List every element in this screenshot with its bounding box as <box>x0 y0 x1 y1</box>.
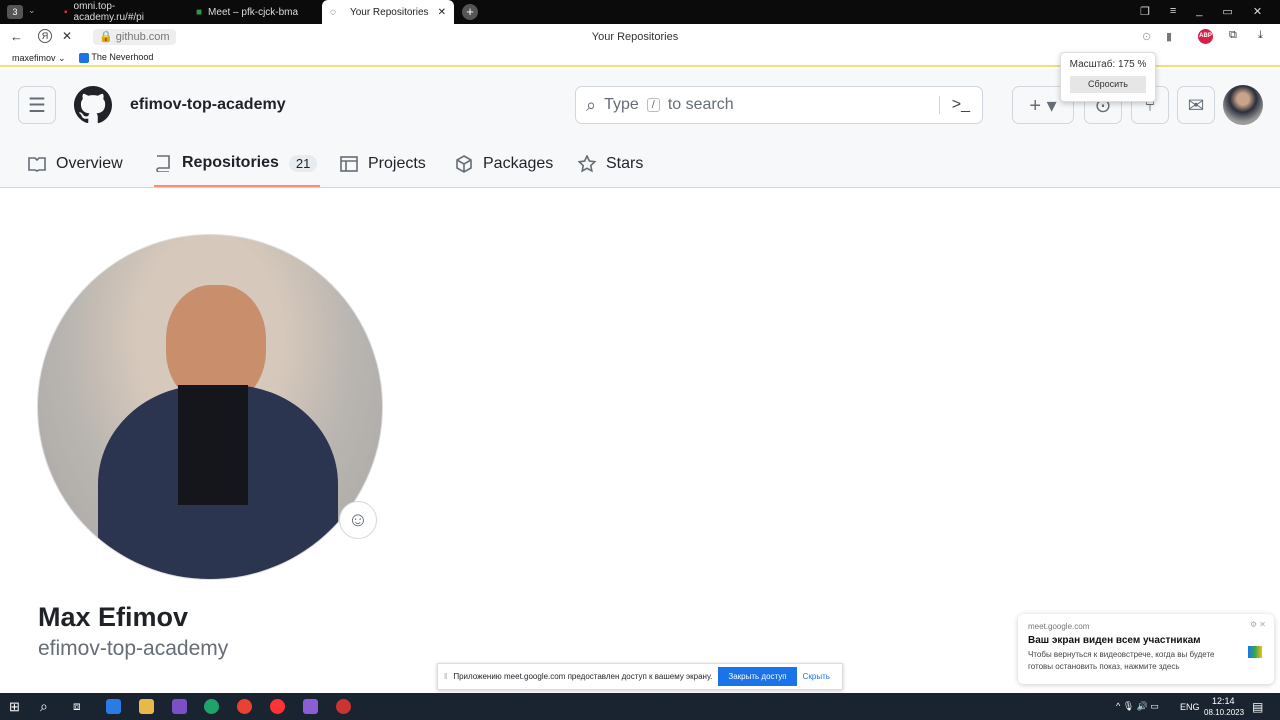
page-title: Your Repositories <box>591 31 679 43</box>
clock-date[interactable]: 08.10.2023 <box>1204 708 1244 717</box>
taskbar: ⊞ ⌕ ⧈ ^ 🎙 🔊 ▭ ENG 12:14 08.10.2023 ▤ <box>0 693 1280 720</box>
tab-label: Your Repositories <box>349 6 429 18</box>
tab-packages[interactable]: Packages <box>455 141 553 187</box>
windows-start-icon[interactable]: ⊞ <box>9 699 20 715</box>
tab-repositories[interactable]: Repositories 21 <box>154 141 320 187</box>
browser-tab-bar: 3 ⌄ ▪ omni.top-academy.ru/#/pi ■ Meet – pf… <box>0 0 1280 24</box>
notification-source: meet.google.com <box>1028 622 1090 631</box>
app-icon[interactable] <box>336 699 351 714</box>
notification-body: Чтобы вернуться к видеовстрече, когда вы… <box>1028 650 1215 671</box>
bookmark-label: maxefimov <box>12 53 56 63</box>
close-window-icon[interactable]: ✕ <box>1253 5 1262 18</box>
tab-count-button[interactable]: 3 <box>7 5 23 19</box>
notifications-icon[interactable]: ▤ <box>1252 700 1263 714</box>
zoom-level: Масштаб: 175 % <box>1069 59 1147 70</box>
menu-icon[interactable]: ≡ <box>1170 5 1176 18</box>
bookmark-label: The Neverhood <box>91 52 154 62</box>
tab-label: Meet – pfk-cjck-bma <box>208 6 299 18</box>
zoom-popup: Масштаб: 175 % Сбросить <box>1060 52 1156 102</box>
meet-notification[interactable]: meet.google.com Ваш экран виден всем уча… <box>1018 614 1274 684</box>
close-notification-icon[interactable]: ⚙ ✕ <box>1250 620 1266 629</box>
profile-name: Max Efimov <box>38 602 189 632</box>
tab-projects[interactable]: Projects <box>340 141 426 187</box>
meet-icon <box>1248 646 1262 658</box>
explorer-icon[interactable] <box>139 699 154 714</box>
close-tab-icon[interactable]: ✕ <box>438 7 446 18</box>
visual-studio-icon[interactable] <box>172 699 187 714</box>
notification-title: Ваш экран виден всем участникам <box>1028 635 1201 646</box>
package-icon <box>456 155 472 173</box>
bookmark-neverhood[interactable]: The Neverhood <box>79 52 153 63</box>
yandex-browser-icon[interactable] <box>270 699 285 714</box>
tab-label: Projects <box>368 155 426 172</box>
adblock-icon[interactable]: ABP <box>1198 29 1213 44</box>
command-palette-icon[interactable]: >_ <box>938 96 982 114</box>
tab-label: omni.top-academy.ru/#/pi <box>73 1 144 23</box>
tab-omni[interactable]: ▪ omni.top-academy.ru/#/pi <box>56 0 186 24</box>
tab-overview[interactable]: Overview <box>28 141 123 187</box>
org-name[interactable]: efimov-top-academy <box>130 96 286 114</box>
tab-meet[interactable]: ■ Meet – pfk-cjck-bma <box>188 0 318 24</box>
restore-icon[interactable]: ▭ <box>1222 5 1232 18</box>
hide-button[interactable]: Скрыть <box>803 672 830 681</box>
download-icon[interactable]: ⤓ <box>1258 29 1263 42</box>
menu-button[interactable]: ☰ <box>18 86 56 124</box>
repo-count-badge: 21 <box>288 154 318 172</box>
minimize-icon[interactable]: _ <box>1196 5 1202 18</box>
repo-icon <box>156 155 170 172</box>
store-icon[interactable] <box>106 699 121 714</box>
star-icon <box>578 155 596 173</box>
table-icon <box>340 156 358 172</box>
tab-label: Overview <box>56 155 123 172</box>
task-view-icon[interactable]: ⧈ <box>73 699 81 714</box>
profile-username: efimov-top-academy <box>38 637 229 660</box>
window-controls: ❐ ≡ _ ▭ ✕ <box>1140 5 1262 18</box>
chrome-icon[interactable] <box>237 699 252 714</box>
search-key: / <box>646 98 660 112</box>
search-hint: to search <box>667 96 734 113</box>
book-icon <box>28 157 46 172</box>
bookmark-maxefimov[interactable]: maxefimov ⌄ <box>12 53 66 64</box>
bookmark-icon[interactable]: ▮ <box>1166 30 1172 43</box>
profile-nav: Overview Repositories 21 Projects Package… <box>0 141 1280 188</box>
avatar-turtleneck <box>178 385 248 505</box>
new-tab-button[interactable]: + <box>462 4 478 20</box>
user-avatar[interactable] <box>1223 85 1263 125</box>
clock-time[interactable]: 12:14 <box>1212 696 1235 706</box>
screen-share-bar: ‖ Приложению meet.google.com предоставле… <box>437 663 843 690</box>
language-indicator[interactable]: ENG <box>1180 702 1200 712</box>
tab-your-repositories[interactable]: ◌ Your Repositories ✕ <box>322 0 454 24</box>
loading-icon: ◌ <box>330 6 336 18</box>
tray-icons[interactable]: ^ 🎙 🔊 ▭ <box>1116 701 1159 712</box>
zoom-icon[interactable]: ⊙ <box>1142 30 1151 43</box>
zoom-reset-button[interactable]: Сбросить <box>1070 76 1146 93</box>
tab-label: Packages <box>483 155 554 172</box>
tab-stars[interactable]: Stars <box>578 141 643 187</box>
github-logo-icon[interactable] <box>74 86 112 124</box>
search-icon: ⌕ <box>586 94 597 115</box>
search-input[interactable]: ⌕ Type / to search >_ <box>575 86 983 124</box>
extensions-icon[interactable]: ⧉ <box>1229 29 1237 42</box>
share-bar-text: Приложению meet.google.com предоставлен … <box>453 672 713 681</box>
visual-studio-2-icon[interactable] <box>303 699 318 714</box>
address-bar: ← Я ✕ 🔒 github.com Your Repositories ⊙ ▮… <box>0 24 1280 50</box>
profile-avatar[interactable] <box>37 234 383 580</box>
tab-label: Stars <box>606 155 644 172</box>
tab-list-chevron-icon[interactable]: ⌄ <box>28 5 36 16</box>
set-status-smiley-icon[interactable]: ☺ <box>339 501 377 539</box>
collections-icon[interactable]: ❐ <box>1140 5 1150 18</box>
tab-label: Repositories <box>182 154 279 171</box>
edge-icon[interactable] <box>204 699 219 714</box>
inbox-icon[interactable]: ✉ <box>1177 86 1215 124</box>
search-hint: Type <box>604 96 639 113</box>
drag-handle-icon[interactable]: ‖ <box>444 672 447 681</box>
play-icon <box>79 52 89 63</box>
search-icon[interactable]: ⌕ <box>40 698 48 715</box>
stop-sharing-button[interactable]: Закрыть доступ <box>718 667 797 686</box>
